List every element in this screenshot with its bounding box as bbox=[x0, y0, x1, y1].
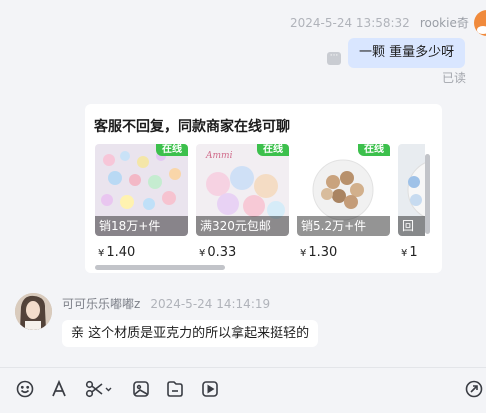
product-image[interactable]: 回 bbox=[398, 144, 425, 236]
currency-symbol: ¥ bbox=[401, 248, 408, 259]
sender-name: rookie奇 bbox=[419, 16, 469, 30]
product-list[interactable]: 在线 销18万+件 ¥1.40 Ammi 在线 满320元包邮 ¥0.33 在线… bbox=[95, 144, 425, 264]
online-badge: 在线 bbox=[358, 144, 390, 156]
product-sales: 销5.2万+件 bbox=[297, 216, 390, 236]
incoming-message-bubble: 亲 这个材质是亚克力的所以拿起来挺轻的 bbox=[62, 320, 319, 347]
product-price: ¥1.40 bbox=[98, 245, 135, 260]
product-sales: 销18万+件 bbox=[95, 216, 188, 236]
sender-name: 可可乐乐嘟嘟z bbox=[62, 297, 141, 311]
svg-text:Ammi: Ammi bbox=[205, 151, 233, 161]
outgoing-message-bubble: 一颗 重量多少呀 bbox=[348, 38, 466, 68]
product-price: ¥0.33 bbox=[199, 245, 236, 260]
price-value: 1 bbox=[409, 245, 418, 260]
currency-symbol: ¥ bbox=[199, 248, 206, 259]
product-price: ¥1.30 bbox=[300, 245, 337, 260]
online-badge: 在线 bbox=[257, 144, 289, 156]
product-image[interactable]: 在线 销18万+件 bbox=[95, 144, 188, 236]
product-image[interactable]: 在线 销5.2万+件 bbox=[297, 144, 390, 236]
product-item[interactable]: 回 ¥1 bbox=[398, 144, 425, 264]
price-value: 1.40 bbox=[106, 245, 136, 260]
currency-symbol: ¥ bbox=[98, 248, 105, 259]
product-price: ¥1 bbox=[401, 245, 418, 260]
scissors-icon[interactable] bbox=[84, 379, 114, 399]
online-badge: 在线 bbox=[156, 144, 188, 156]
product-sales: 回 bbox=[398, 216, 425, 236]
product-recommendation-card: 客服不回复，同款商家在线可聊 在线 销18万+件 ¥1.40 Ammi 在线 满… bbox=[85, 104, 442, 273]
message-meta: 可可乐乐嘟嘟z 2024-5-24 14:14:19 bbox=[62, 295, 270, 312]
font-icon[interactable] bbox=[48, 379, 70, 399]
message-meta: 2024-5-24 13:58:32 rookie奇 bbox=[290, 14, 469, 31]
send-arrow-icon[interactable] bbox=[463, 379, 485, 399]
currency-symbol: ¥ bbox=[300, 248, 307, 259]
product-image[interactable]: Ammi 在线 满320元包邮 bbox=[196, 144, 289, 236]
image-icon[interactable] bbox=[130, 379, 152, 399]
video-icon[interactable] bbox=[199, 379, 221, 399]
more-options-icon[interactable]: ··· bbox=[327, 52, 341, 65]
product-item[interactable]: 在线 销5.2万+件 ¥1.30 bbox=[297, 144, 390, 264]
horizontal-scrollbar[interactable] bbox=[95, 265, 225, 270]
price-value: 1.30 bbox=[308, 245, 338, 260]
file-icon[interactable] bbox=[164, 379, 186, 399]
message-timestamp: 2024-5-24 13:58:32 bbox=[290, 16, 410, 30]
product-item[interactable]: 在线 销18万+件 ¥1.40 bbox=[95, 144, 188, 264]
avatar-picture bbox=[15, 293, 52, 330]
message-timestamp: 2024-5-24 14:14:19 bbox=[150, 297, 271, 311]
card-title: 客服不回复，同款商家在线可聊 bbox=[94, 119, 290, 135]
input-divider bbox=[0, 367, 486, 368]
vertical-scrollbar[interactable] bbox=[425, 154, 430, 234]
avatar[interactable] bbox=[15, 293, 52, 330]
avatar[interactable] bbox=[474, 10, 486, 36]
price-value: 0.33 bbox=[207, 245, 237, 260]
read-status: 已读 bbox=[442, 71, 467, 85]
emoji-icon[interactable] bbox=[14, 379, 36, 399]
product-sales: 满320元包邮 bbox=[196, 216, 289, 236]
product-item[interactable]: Ammi 在线 满320元包邮 ¥0.33 bbox=[196, 144, 289, 264]
